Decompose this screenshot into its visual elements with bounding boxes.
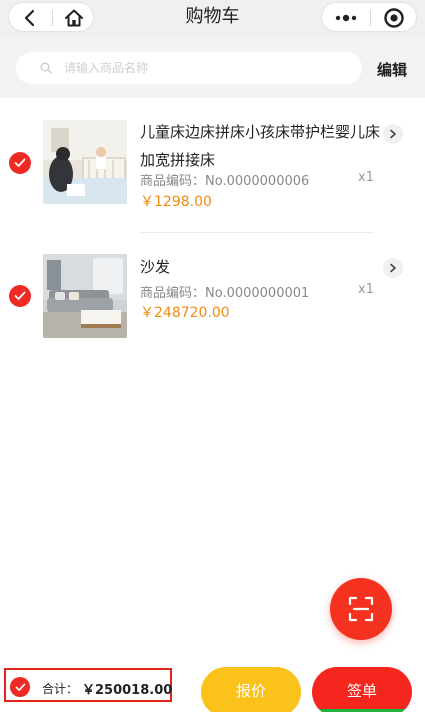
checkmark-icon <box>14 158 26 167</box>
bottom-bar: 合计： ￥250018.00 报价 签单 <box>0 660 425 712</box>
product-quantity: x1 <box>358 170 374 185</box>
crib-photo <box>43 120 127 204</box>
sofa-photo <box>43 254 127 338</box>
checkmark-icon <box>14 291 26 300</box>
select-all-checkbox[interactable] <box>10 677 30 697</box>
search-input[interactable] <box>64 61 344 75</box>
item-detail-button[interactable] <box>383 258 403 278</box>
product-code: 商品编码：No.0000000001 <box>140 286 310 301</box>
close-miniprogram-button[interactable] <box>372 3 416 33</box>
product-price: ￥248720.00 <box>140 305 230 321</box>
chevron-right-icon <box>390 129 396 139</box>
item-checkbox[interactable] <box>9 285 31 307</box>
cart-item: 儿童床边床拼床小孩床带护栏婴儿床加宽拼接床 商品编码：No.0000000006… <box>0 98 425 232</box>
search-bar: 编辑 <box>0 38 425 98</box>
more-dots-icon <box>335 14 357 22</box>
product-code: 商品编码：No.0000000006 <box>140 174 310 189</box>
scan-button[interactable] <box>330 578 392 640</box>
nav-bar: 购物车 <box>0 0 425 38</box>
item-checkbox[interactable] <box>9 152 31 174</box>
search-box[interactable] <box>16 52 362 84</box>
total-label: 合计： <box>42 682 79 696</box>
chevron-right-icon <box>390 263 396 273</box>
sign-order-button[interactable]: 签单 <box>312 667 412 712</box>
total-value: ￥250018.00 <box>82 683 173 698</box>
capsule-divider <box>370 10 371 26</box>
product-image[interactable] <box>43 254 127 338</box>
sign-order-label: 签单 <box>346 682 377 700</box>
product-quantity: x1 <box>358 282 374 297</box>
scan-icon <box>348 596 374 622</box>
search-icon <box>40 62 52 74</box>
cart-item: 沙发 商品编码：No.0000000001 x1 ￥248720.00 <box>0 233 425 353</box>
product-name: 沙发 <box>140 258 171 276</box>
item-detail-button[interactable] <box>383 124 403 144</box>
total-section: 合计： ￥250018.00 <box>4 668 172 702</box>
product-price: ￥1298.00 <box>140 194 212 210</box>
more-button[interactable] <box>324 3 368 33</box>
checkmark-icon <box>15 683 25 691</box>
target-icon <box>384 8 404 28</box>
product-name: 儿童床边床拼床小孩床带护栏婴儿床加宽拼接床 <box>140 123 381 169</box>
nav-capsule-right <box>321 2 417 32</box>
quote-button[interactable]: 报价 <box>201 667 301 712</box>
edit-button[interactable]: 编辑 <box>377 59 407 80</box>
product-image[interactable] <box>43 120 127 204</box>
